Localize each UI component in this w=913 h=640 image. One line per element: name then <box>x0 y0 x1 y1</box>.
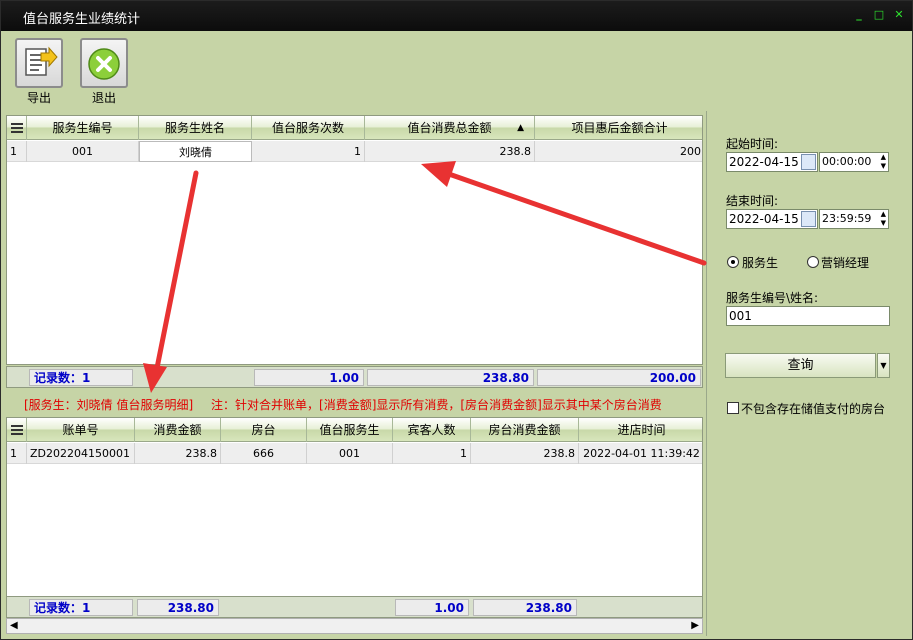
scroll-left-icon[interactable]: ◀ <box>10 619 18 633</box>
room-amount-total: 238.80 <box>473 599 577 616</box>
table-cell: 238.8 <box>365 141 535 162</box>
waiter-id-input[interactable]: 001 <box>726 306 890 326</box>
horizontal-scrollbar[interactable]: ◀ ▶ <box>6 618 703 634</box>
row-index: 1 <box>7 141 27 162</box>
exit-label: 退出 <box>91 91 116 105</box>
column-header[interactable]: 服务生编号 <box>27 116 139 140</box>
radio-manager[interactable] <box>807 256 819 268</box>
grid-header: 账单号 消费金额 房台 值台服务生 宾客人数 房台消费金额 进店时间 <box>7 418 702 442</box>
scroll-right-icon[interactable]: ▶ <box>691 619 699 633</box>
calendar-icon[interactable] <box>801 154 816 170</box>
radio-waiter[interactable] <box>727 256 739 268</box>
end-date-value: 2022-04-15 <box>729 212 799 226</box>
column-header[interactable]: 进店时间 <box>579 418 702 442</box>
start-time-value: 00:00:00 <box>822 155 872 168</box>
minimize-icon[interactable]: _ <box>853 9 865 21</box>
query-button[interactable]: 查询 <box>725 353 876 378</box>
end-date-input[interactable]: 2022-04-15 <box>726 209 818 229</box>
top-summary-bar: 记录数：1 1.00 238.80 200.00 <box>6 366 703 388</box>
table-cell: 1 <box>393 443 471 464</box>
filter-panel: 起始时间: 2022-04-15 00:00:00 ▲ ▼ 结束时间: 2022-… <box>706 111 909 636</box>
column-header[interactable]: 宾客人数 <box>393 418 471 442</box>
export-button[interactable]: 导出 <box>13 38 65 108</box>
toolbar: 导出 退出 <box>1 31 912 109</box>
table-cell: 666 <box>221 443 307 464</box>
discount-total: 200.00 <box>537 369 701 386</box>
column-header[interactable]: 房台 <box>221 418 307 442</box>
grid-menu-icon[interactable] <box>7 418 27 442</box>
radio-waiter-label[interactable]: 服务生 <box>742 254 778 271</box>
table-cell: ZD202204150001 <box>27 443 135 464</box>
detail-title: [服务生：刘晓倩 值台服务明细] <box>24 398 194 412</box>
table-cell: 200 <box>680 145 701 158</box>
column-header[interactable]: 值台服务次数 <box>252 116 365 140</box>
table-cell: 001 <box>27 141 139 162</box>
amount-total: 238.80 <box>367 369 534 386</box>
table-cell: 刘晓倩 <box>139 141 252 162</box>
column-header[interactable]: 房台消费金额 <box>471 418 579 442</box>
record-count: 记录数：1 <box>29 599 133 616</box>
column-header[interactable]: 账单号 <box>27 418 135 442</box>
detail-note: 注：针对合并账单，[消费金额]显示所有消费，[房台消费金额]显示其中某个房台消费 <box>211 398 662 412</box>
column-header[interactable]: 值台消费总金额 ▲ <box>365 116 535 140</box>
column-header[interactable]: 消费金额 <box>135 418 221 442</box>
radio-manager-label[interactable]: 营销经理 <box>821 254 869 271</box>
amount-total: 238.80 <box>137 599 219 616</box>
count-total: 1.00 <box>254 369 364 386</box>
spinner-icon[interactable]: ▲ ▼ <box>881 153 886 171</box>
exit-icon <box>80 38 128 88</box>
detail-info-line: [服务生：刘晓倩 值台服务明细] 注：针对合并账单，[消费金额]显示所有消费，[… <box>6 394 703 416</box>
exclude-stored-value-label[interactable]: 不包含存在储值支付的房台 <box>741 400 885 417</box>
exclude-stored-value-checkbox[interactable] <box>727 402 739 414</box>
bottom-summary-bar: 记录数：1 238.80 1.00 238.80 <box>6 596 703 618</box>
end-time-value: 23:59:59 <box>822 212 872 225</box>
start-time-input[interactable]: 00:00:00 ▲ ▼ <box>819 152 889 172</box>
table-row[interactable]: 1 001 刘晓倩 1 238.8 200 <box>7 141 702 162</box>
end-time-input[interactable]: 23:59:59 ▲ ▼ <box>819 209 889 229</box>
table-row[interactable]: 1 ZD202204150001 238.8 666 001 1 238.8 2… <box>7 443 702 464</box>
close-icon[interactable]: ✕ <box>893 9 905 21</box>
calendar-icon[interactable] <box>801 211 816 227</box>
start-date-value: 2022-04-15 <box>729 155 799 169</box>
query-dropdown-icon[interactable]: ▼ <box>877 353 890 378</box>
start-time-label: 起始时间: <box>726 137 779 151</box>
table-cell: 001 <box>307 443 393 464</box>
exit-button[interactable]: 退出 <box>78 38 130 108</box>
column-header-label: 值台消费总金额 <box>407 121 492 135</box>
results-area: 服务生编号 服务生姓名 值台服务次数 值台消费总金额 ▲ 项目惠后金额合计 1 … <box>6 111 703 636</box>
record-count: 记录数：1 <box>29 369 133 386</box>
export-icon <box>15 38 63 88</box>
table-cell: 2022-04-01 11:39:42 <box>583 447 700 460</box>
guest-total: 1.00 <box>395 599 469 616</box>
maximize-icon[interactable]: □ <box>873 9 885 21</box>
title-bar: 值台服务生业绩统计 _ □ ✕ <box>1 1 912 31</box>
waiter-summary-grid: 服务生编号 服务生姓名 值台服务次数 值台消费总金额 ▲ 项目惠后金额合计 1 … <box>6 115 703 365</box>
column-header[interactable]: 值台服务生 <box>307 418 393 442</box>
row-index: 1 <box>7 443 27 464</box>
report-window: 值台服务生业绩统计 _ □ ✕ 导出 退出 服务生编号 服务生姓名 值台服务次数… <box>0 0 913 640</box>
window-title: 值台服务生业绩统计 <box>23 12 141 27</box>
grid-header: 服务生编号 服务生姓名 值台服务次数 值台消费总金额 ▲ 项目惠后金额合计 <box>7 116 702 140</box>
waiter-id-value: 001 <box>729 309 752 323</box>
table-cell: 238.8 <box>135 443 221 464</box>
start-date-input[interactable]: 2022-04-15 <box>726 152 818 172</box>
table-cell: 1 <box>252 141 365 162</box>
column-header[interactable]: 项目惠后金额合计 <box>535 116 702 140</box>
grid-menu-icon[interactable] <box>7 116 27 140</box>
bill-detail-grid: 账单号 消费金额 房台 值台服务生 宾客人数 房台消费金额 进店时间 1 ZD2… <box>6 417 703 597</box>
sort-ascending-icon: ▲ <box>517 123 524 133</box>
waiter-id-label: 服务生编号\姓名: <box>726 291 819 305</box>
spinner-icon[interactable]: ▲ ▼ <box>881 210 886 228</box>
table-cell: 238.8 <box>471 443 579 464</box>
end-time-label: 结束时间: <box>726 194 779 208</box>
export-label: 导出 <box>26 91 51 105</box>
column-header[interactable]: 服务生姓名 <box>139 116 252 140</box>
